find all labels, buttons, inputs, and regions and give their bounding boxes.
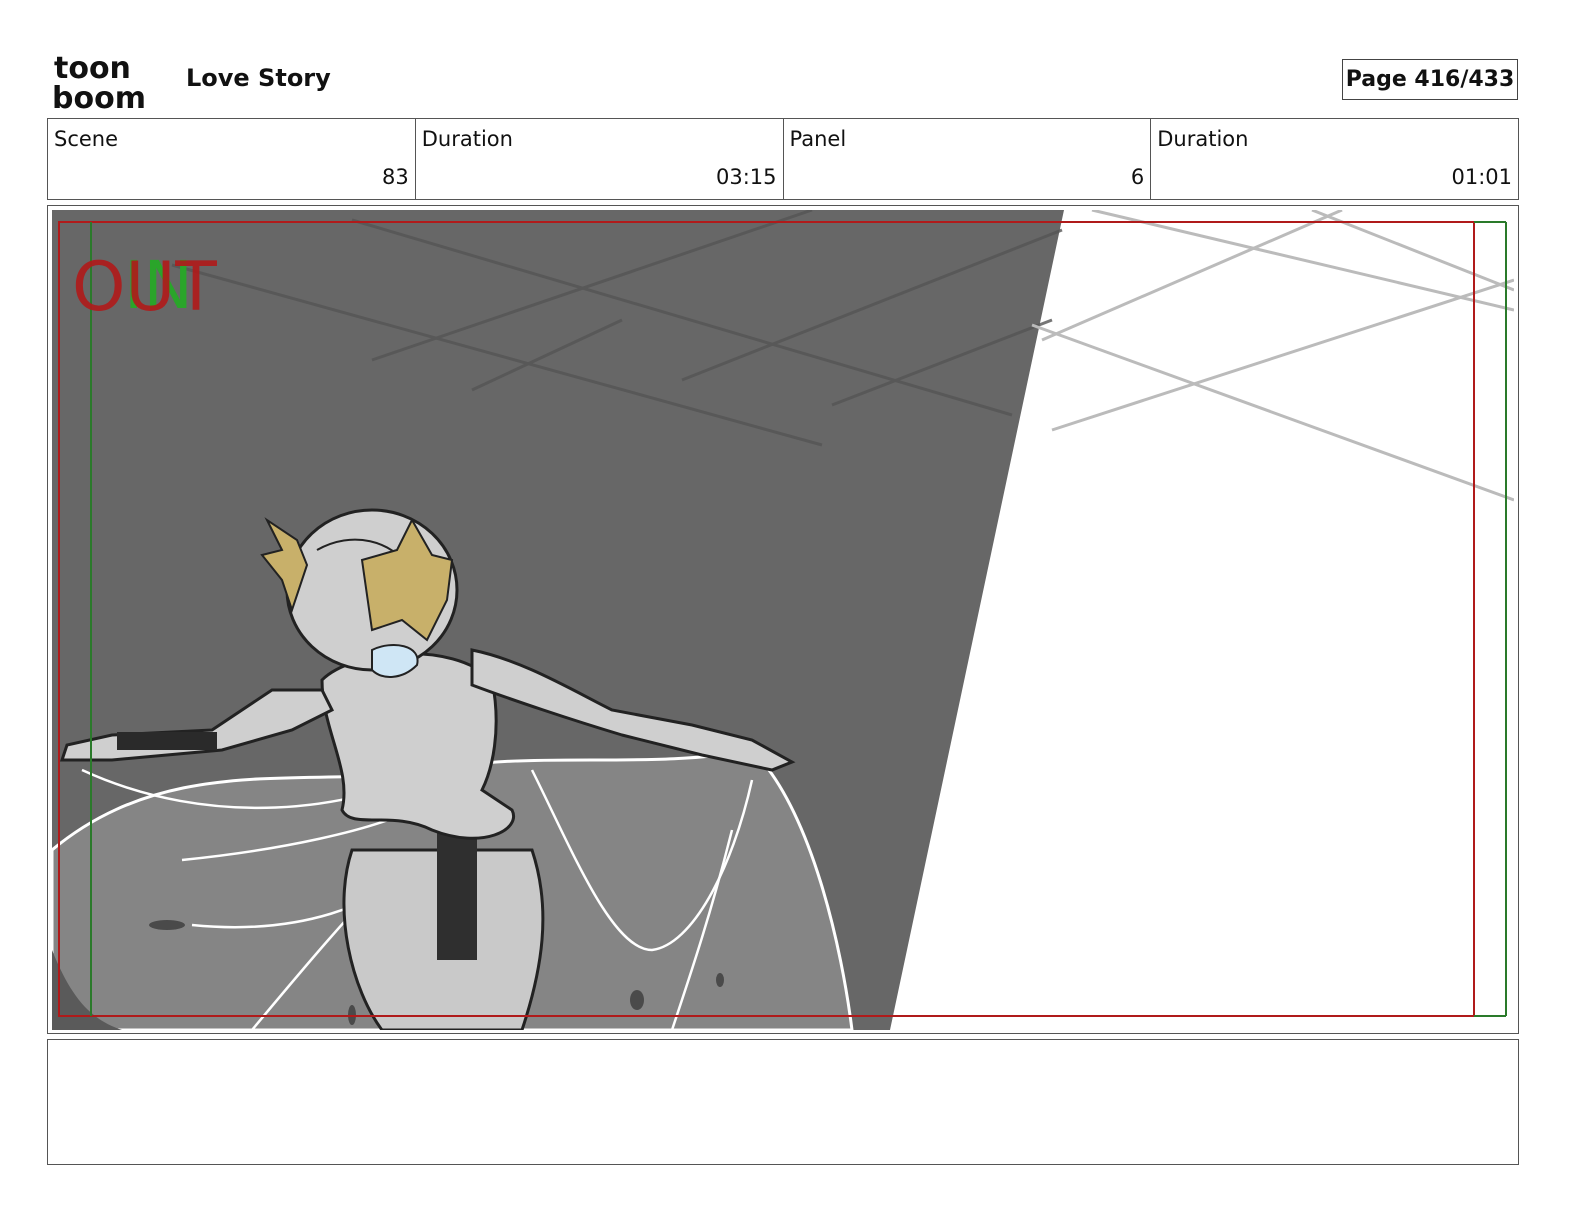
panel-notes-box bbox=[47, 1039, 1519, 1165]
scene-cell: Scene 83 bbox=[48, 119, 416, 199]
project-title: Love Story bbox=[186, 64, 331, 92]
storyboard-panel-image: IN OUT bbox=[52, 210, 1514, 1030]
logo-bottom-text: boom bbox=[52, 81, 146, 110]
scene-value: 83 bbox=[382, 165, 409, 189]
scene-duration-value: 03:15 bbox=[715, 165, 777, 189]
out-overlay-text: OUT bbox=[72, 248, 217, 327]
panel-label: Panel bbox=[789, 127, 847, 151]
scene-duration-label: Duration bbox=[421, 127, 513, 151]
scene-label: Scene bbox=[54, 127, 119, 151]
page-indicator: Page 416/433 bbox=[1342, 59, 1518, 100]
panel-cell: Panel 6 bbox=[784, 119, 1152, 199]
panel-duration-label: Duration bbox=[1157, 127, 1249, 151]
scene-duration-cell: Duration 03:15 bbox=[416, 119, 784, 199]
scene-info-table: Scene 83 Duration 03:15 Panel 6 Duration… bbox=[47, 118, 1519, 200]
panel-duration-value: 01:01 bbox=[1451, 165, 1512, 189]
toon-boom-logo: toon boom bbox=[52, 51, 162, 116]
panel-value: 6 bbox=[1130, 165, 1145, 189]
panel-duration-cell: Duration 01:01 bbox=[1151, 119, 1518, 199]
